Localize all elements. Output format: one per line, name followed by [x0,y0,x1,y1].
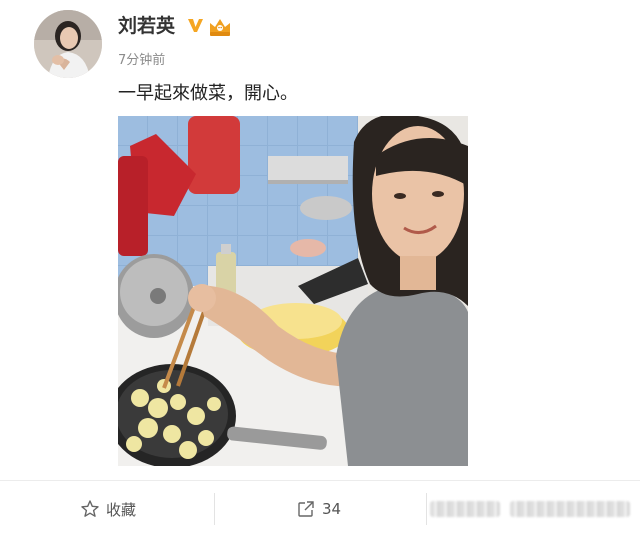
action-divider [426,493,427,525]
action-divider [214,493,215,525]
verified-v-icon [188,19,203,32]
blurred-comment-action [430,501,500,517]
star-outline-icon [81,500,99,517]
post-text: 一早起來做菜，開心。 [118,83,298,104]
post-timestamp[interactable]: 7分钟前 [118,52,165,70]
avatar-image [34,10,102,78]
cooking-selfie-image [118,116,468,466]
repost-button[interactable]: 34 [296,496,341,522]
action-bar: 收藏 34 [0,480,640,536]
post-photo[interactable] [118,116,468,466]
crown-member-icon[interactable] [207,15,233,37]
repost-count: 34 [322,500,342,518]
username[interactable]: 刘若英 [118,14,175,38]
avatar[interactable] [34,10,102,78]
favorite-label: 收藏 [106,500,137,519]
favorite-button[interactable]: 收藏 [80,496,136,522]
blurred-like-action [510,501,630,517]
share-arrow-icon [298,501,314,517]
